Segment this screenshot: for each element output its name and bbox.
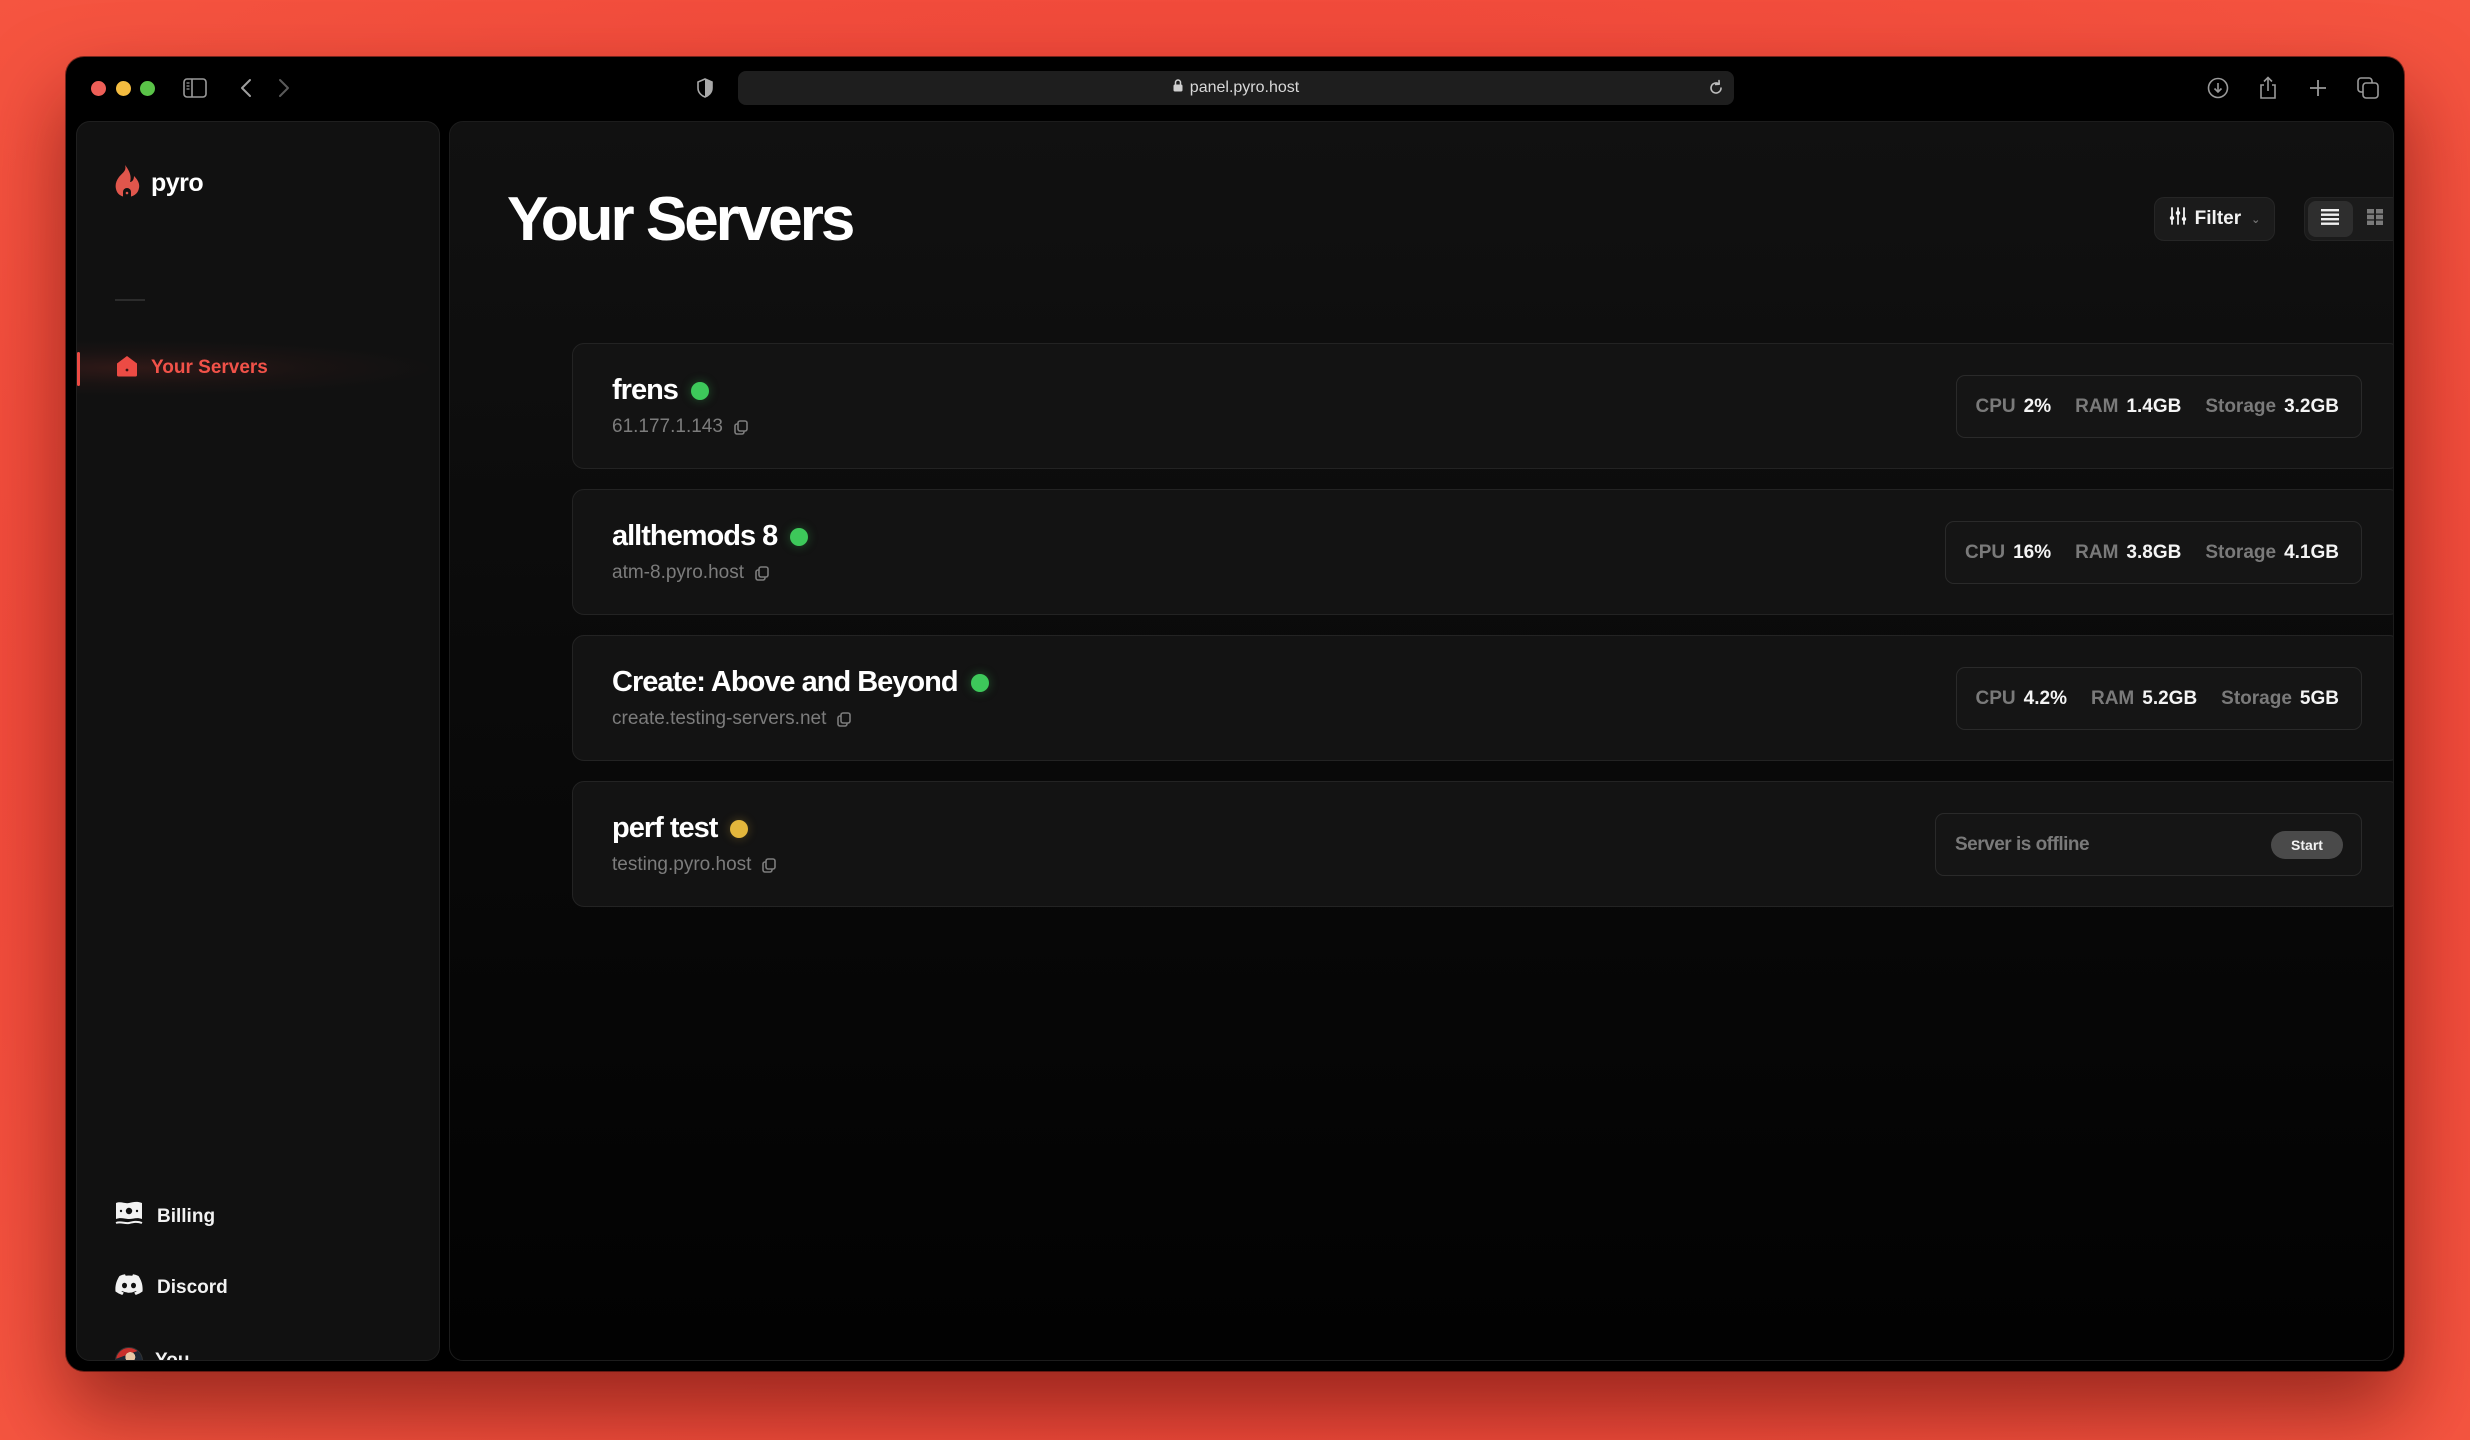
sidebar: pyro Your Servers Billing Discord You bbox=[76, 121, 440, 1361]
home-icon bbox=[115, 354, 139, 383]
list-view-button[interactable] bbox=[2308, 201, 2353, 237]
server-name-row: frens bbox=[612, 374, 709, 407]
status-online-indicator bbox=[690, 381, 709, 400]
server-stats: CPU 4.2% RAM 5.2GB Storage 5GB bbox=[1955, 667, 2362, 730]
browser-window: panel.pyro.host pyro Your Servers Billin… bbox=[66, 57, 2404, 1371]
copy-icon[interactable] bbox=[762, 857, 777, 873]
sidebar-toggle-icon[interactable] bbox=[182, 73, 208, 103]
url-text: panel.pyro.host bbox=[1189, 79, 1300, 96]
server-name: Create: Above and Beyond bbox=[612, 666, 959, 698]
server-address: create.testing-servers.net bbox=[612, 708, 827, 729]
share-icon[interactable] bbox=[2256, 73, 2280, 103]
stat-ram: RAM 5.2GB bbox=[2090, 687, 2198, 709]
status-online-indicator bbox=[790, 527, 809, 546]
sidebar-item-you[interactable]: You bbox=[115, 1347, 190, 1361]
copy-icon[interactable] bbox=[755, 565, 769, 581]
server-card[interactable]: frens 61.177.1.143 CPU 2% RAM 1.4GB Storag… bbox=[572, 343, 2393, 469]
server-name-row: perf test bbox=[612, 812, 749, 845]
server-address-row: create.testing-servers.net bbox=[612, 708, 852, 730]
flame-icon bbox=[113, 164, 141, 203]
stat-ram: RAM 3.8GB bbox=[2075, 541, 2182, 563]
maximize-window-button[interactable] bbox=[140, 81, 155, 96]
server-name: frens bbox=[612, 374, 679, 406]
stat-cpu: CPU 2% bbox=[1975, 395, 2052, 417]
stat-ram: RAM 1.4GB bbox=[2075, 395, 2182, 417]
server-card[interactable]: allthemods 8 atm-8.pyro.host CPU 16% RAM 3… bbox=[572, 489, 2393, 615]
stat-storage: Storage 4.1GB bbox=[2205, 541, 2339, 563]
sidebar-item-label: Your Servers bbox=[151, 357, 268, 378]
discord-icon bbox=[115, 1274, 143, 1302]
browser-toolbar: panel.pyro.host bbox=[66, 57, 2404, 121]
server-offline-panel: Server is offline Start bbox=[1935, 813, 2362, 876]
stat-storage: Storage 3.2GB bbox=[2205, 395, 2339, 417]
sidebar-item-billing[interactable]: Billing bbox=[115, 1201, 215, 1233]
reload-icon[interactable] bbox=[1708, 79, 1724, 102]
new-tab-icon[interactable] bbox=[2306, 73, 2330, 103]
minimize-window-button[interactable] bbox=[116, 81, 131, 96]
main-content: Your Servers Filter ⌄ frens 61.177.1.143… bbox=[449, 121, 2394, 1361]
sidebar-item-label: Discord bbox=[157, 1277, 228, 1298]
server-name: allthemods 8 bbox=[612, 520, 778, 552]
server-card[interactable]: Create: Above and Beyond create.testing-… bbox=[572, 635, 2393, 761]
grid-icon bbox=[2366, 208, 2383, 230]
start-server-button[interactable]: Start bbox=[2271, 830, 2343, 859]
chevron-down-icon: ⌄ bbox=[2251, 213, 2261, 226]
server-card[interactable]: perf test testing.pyro.host Server is of… bbox=[572, 781, 2393, 907]
copy-icon[interactable] bbox=[734, 419, 748, 435]
server-stats: CPU 2% RAM 1.4GB Storage 3.2GB bbox=[1955, 375, 2362, 438]
close-window-button[interactable] bbox=[91, 81, 106, 96]
server-address-row: 61.177.1.143 bbox=[612, 416, 748, 438]
server-list: frens 61.177.1.143 CPU 2% RAM 1.4GB Storag… bbox=[572, 343, 2393, 927]
lock-icon bbox=[1173, 79, 1183, 97]
back-icon[interactable] bbox=[236, 73, 256, 103]
view-mode-toggle bbox=[2304, 197, 2394, 241]
copy-icon[interactable] bbox=[837, 711, 852, 727]
server-address-row: testing.pyro.host bbox=[612, 854, 777, 876]
address-bar[interactable]: panel.pyro.host bbox=[738, 71, 1734, 105]
grid-view-button[interactable] bbox=[2353, 201, 2394, 237]
server-stats: CPU 16% RAM 3.8GB Storage 4.1GB bbox=[1944, 521, 2362, 584]
status-offline-indicator bbox=[730, 819, 749, 838]
offline-status-text: Server is offline bbox=[1955, 833, 2090, 855]
tabs-overview-icon[interactable] bbox=[2356, 73, 2380, 103]
divider bbox=[115, 299, 145, 301]
status-online-indicator bbox=[970, 673, 989, 692]
forward-icon[interactable] bbox=[274, 73, 294, 103]
server-address: testing.pyro.host bbox=[612, 854, 752, 875]
brand-logo[interactable]: pyro bbox=[113, 164, 204, 203]
server-name-row: allthemods 8 bbox=[612, 520, 809, 553]
list-icon bbox=[2321, 208, 2340, 230]
money-icon bbox=[115, 1201, 143, 1233]
page-title: Your Servers bbox=[507, 185, 855, 254]
privacy-shield-icon[interactable] bbox=[695, 73, 715, 103]
sidebar-item-label: Billing bbox=[157, 1206, 216, 1227]
stat-storage: Storage 5GB bbox=[2221, 687, 2339, 709]
stat-cpu: CPU 16% bbox=[1964, 541, 2052, 563]
avatar bbox=[115, 1347, 143, 1360]
sidebar-item-discord[interactable]: Discord bbox=[115, 1274, 228, 1302]
download-icon[interactable] bbox=[2206, 73, 2230, 103]
server-address: 61.177.1.143 bbox=[612, 416, 723, 437]
server-address-row: atm-8.pyro.host bbox=[612, 562, 769, 584]
sidebar-item-your-servers[interactable]: Your Servers bbox=[77, 340, 439, 396]
sidebar-item-label: You bbox=[155, 1350, 190, 1361]
stat-cpu: CPU 4.2% bbox=[1975, 687, 2067, 709]
server-name: perf test bbox=[612, 812, 718, 844]
filter-label: Filter bbox=[2194, 208, 2242, 229]
server-name-row: Create: Above and Beyond bbox=[612, 666, 989, 699]
filter-button[interactable]: Filter ⌄ bbox=[2154, 197, 2275, 241]
server-address: atm-8.pyro.host bbox=[612, 562, 744, 583]
sliders-icon bbox=[2169, 207, 2187, 231]
brand-name: pyro bbox=[151, 169, 204, 197]
